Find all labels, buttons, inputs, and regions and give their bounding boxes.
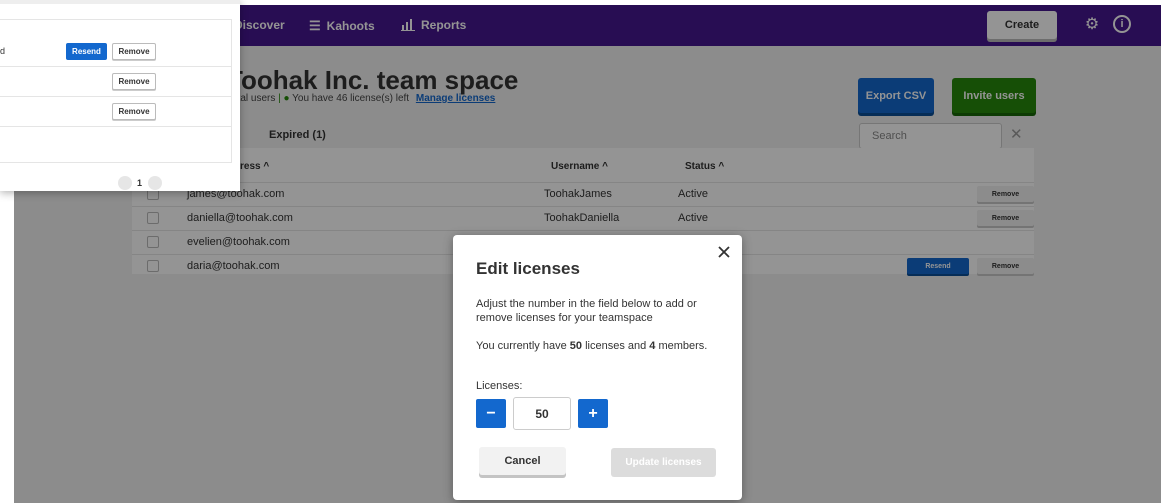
- list-item: Remove: [0, 97, 231, 127]
- prev-page-button[interactable]: [118, 176, 132, 190]
- update-licenses-button[interactable]: Update licenses: [611, 448, 716, 477]
- current-license-count: 50: [569, 340, 583, 352]
- pagination: 1: [115, 176, 165, 191]
- panel-list: d Resend Remove Remove Remove: [0, 19, 232, 163]
- licenses-input[interactable]: [513, 397, 571, 430]
- current-middle: licenses and: [582, 340, 650, 352]
- dialog-title: Edit licenses: [476, 259, 580, 278]
- current-suffix: members.: [655, 340, 708, 352]
- list-item-text: d: [0, 46, 6, 56]
- next-page-button[interactable]: [148, 176, 162, 190]
- current-prefix: You currently have: [476, 340, 570, 352]
- dialog-description: Adjust the number in the field below to …: [476, 298, 697, 324]
- decrement-button[interactable]: −: [476, 399, 506, 428]
- page-number[interactable]: 1: [137, 178, 142, 188]
- list-item: Remove: [0, 67, 231, 97]
- screenshot-stage: Discover ☰ Kahoots Reports Create ⚙ i To…: [0, 0, 1161, 503]
- current-licenses-text: You currently have 50 licenses and 4 mem…: [476, 339, 726, 353]
- edit-licenses-dialog: Edit licenses Adjust the number in the f…: [453, 235, 742, 500]
- licenses-label: Licenses:: [476, 380, 523, 392]
- remove-button[interactable]: Remove: [112, 103, 156, 120]
- cancel-button[interactable]: Cancel: [479, 447, 566, 475]
- pending-invites-panel: d Resend Remove Remove Remove 1: [0, 0, 240, 191]
- panel-top-bar: [0, 0, 240, 4]
- remove-button[interactable]: Remove: [112, 73, 156, 90]
- resend-button[interactable]: Resend: [66, 43, 107, 60]
- close-icon[interactable]: [716, 244, 732, 260]
- list-item: d Resend Remove: [0, 37, 231, 67]
- remove-button[interactable]: Remove: [112, 43, 156, 60]
- increment-button[interactable]: +: [578, 399, 608, 428]
